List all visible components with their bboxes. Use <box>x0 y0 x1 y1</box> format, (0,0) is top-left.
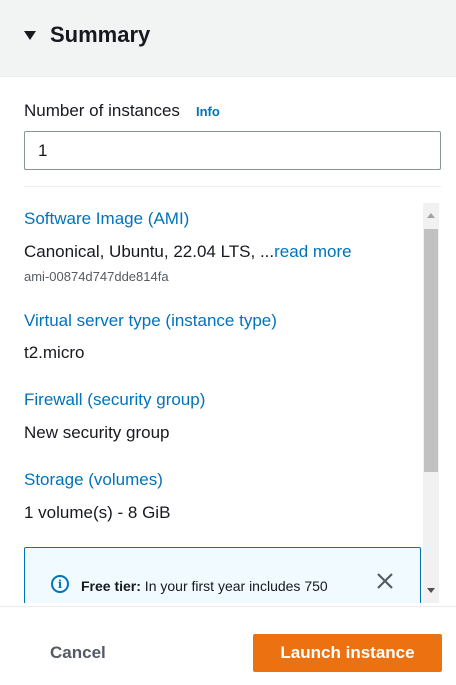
alert-text: Free tier: In your first year includes 7… <box>81 578 328 594</box>
scrollbar[interactable] <box>423 203 439 603</box>
alert-body: In your first year includes 750 <box>140 578 328 594</box>
info-link[interactable]: Info <box>196 104 220 119</box>
footer-divider <box>0 606 456 607</box>
summary-header[interactable]: Summary <box>0 0 456 77</box>
storage-value: 1 volume(s) - 8 GiB <box>24 503 171 522</box>
instances-label: Number of instances <box>24 101 180 120</box>
firewall-value: New security group <box>24 423 170 442</box>
summary-scroll-area[interactable]: Software Image (AMI) Canonical, Ubuntu, … <box>0 203 456 603</box>
cancel-button[interactable]: Cancel <box>28 634 128 672</box>
divider <box>24 186 441 187</box>
read-more-link[interactable]: read more <box>274 242 351 261</box>
storage-title-link[interactable]: Storage (volumes) <box>24 470 163 490</box>
caret-down-icon[interactable] <box>24 31 36 40</box>
scrollbar-thumb[interactable] <box>424 229 438 472</box>
ami-title-link[interactable]: Software Image (AMI) <box>24 209 189 229</box>
scroll-up-arrow-icon[interactable] <box>427 213 435 218</box>
info-circle-icon: i <box>51 575 69 593</box>
ami-id: ami-00874d747dde814fa <box>24 269 169 284</box>
instances-input[interactable] <box>24 131 441 170</box>
ami-value-text: Canonical, Ubuntu, 22.04 LTS, ... <box>24 242 275 261</box>
instance-type-value: t2.micro <box>24 343 85 362</box>
launch-instance-button[interactable]: Launch instance <box>253 634 442 672</box>
instance-type-title-link[interactable]: Virtual server type (instance type) <box>24 311 277 331</box>
summary-title: Summary <box>50 22 151 47</box>
ami-value: Canonical, Ubuntu, 22.04 LTS, ...read mo… <box>24 242 352 262</box>
scroll-down-arrow-icon[interactable] <box>427 588 435 593</box>
free-tier-alert: i Free tier: In your first year includes… <box>24 547 421 603</box>
alert-bold: Free tier: <box>81 578 141 594</box>
close-icon[interactable] <box>374 570 396 592</box>
firewall-title-link[interactable]: Firewall (security group) <box>24 390 205 410</box>
